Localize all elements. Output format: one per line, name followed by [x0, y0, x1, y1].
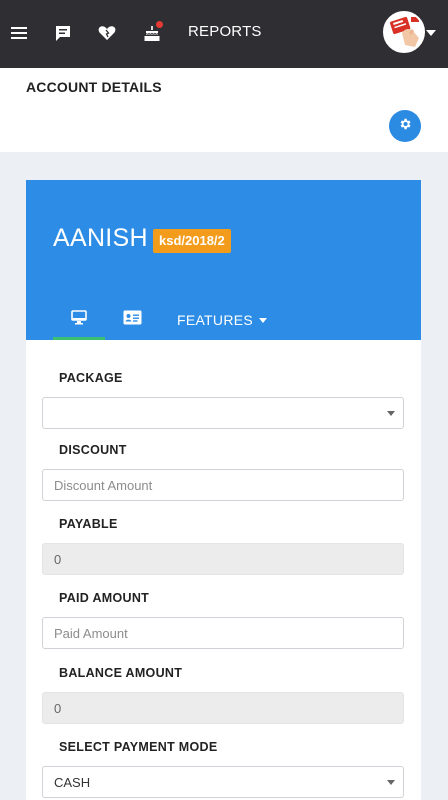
gear-icon [398, 117, 412, 136]
reports-link[interactable]: REPORTS [188, 23, 262, 40]
payable-label: PAYABLE [59, 517, 118, 531]
paid-amount-label: PAID AMOUNT [59, 591, 150, 605]
id-card-icon [123, 310, 142, 330]
account-card-header: AANISH ksd/2018/2 FEATURES [26, 180, 421, 340]
discount-input[interactable] [42, 469, 404, 501]
chat-icon[interactable] [52, 22, 74, 44]
active-tab-indicator [53, 337, 105, 340]
menu-icon[interactable] [8, 22, 30, 44]
package-select[interactable] [42, 397, 404, 429]
package-label: PACKAGE [59, 371, 123, 385]
tab-features-dropdown[interactable]: FEATURES [176, 300, 268, 340]
payment-mode-label: SELECT PAYMENT MODE [59, 740, 218, 754]
account-name: AANISH [53, 224, 148, 252]
payment-mode-select[interactable]: CASH [42, 766, 404, 798]
top-navbar: REPORTS [0, 0, 448, 68]
avatar[interactable] [383, 11, 425, 53]
chevron-down-icon [259, 317, 268, 323]
balance-amount-input[interactable] [42, 692, 404, 724]
settings-button[interactable] [389, 110, 421, 142]
notification-dot [155, 20, 164, 29]
discount-label: DISCOUNT [59, 443, 127, 457]
page-title: ACCOUNT DETAILS [26, 79, 162, 95]
chevron-down-icon [387, 411, 395, 416]
account-dropdown-caret-icon[interactable] [426, 30, 436, 36]
paid-amount-input[interactable] [42, 617, 404, 649]
monitor-icon [71, 310, 87, 330]
account-id-badge: ksd/2018/2 [153, 229, 231, 253]
heart-icon[interactable] [96, 22, 118, 44]
payable-input[interactable] [42, 543, 404, 575]
balance-amount-label: BALANCE AMOUNT [59, 666, 183, 680]
cake-icon[interactable] [141, 20, 164, 44]
chevron-down-icon [387, 780, 395, 785]
tab-features-label: FEATURES [176, 312, 254, 328]
tab-overview[interactable] [53, 300, 105, 340]
account-card: AANISH ksd/2018/2 FEATURES PACKAGE DISCO… [26, 180, 421, 800]
payment-mode-select-value: CASH [54, 774, 91, 790]
tab-profile[interactable] [118, 300, 146, 340]
page-header: ACCOUNT DETAILS [0, 68, 448, 152]
